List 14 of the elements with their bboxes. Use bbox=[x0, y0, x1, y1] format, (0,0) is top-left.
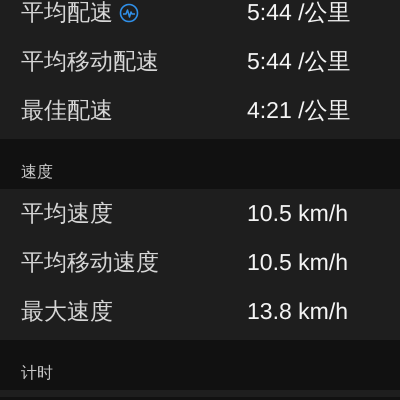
stat-label: 平均配速 bbox=[21, 0, 113, 28]
stat-value: 13.8 km/h bbox=[247, 298, 348, 325]
section-header: 速度 bbox=[21, 162, 53, 183]
stat-label: 平均移动配速 bbox=[21, 48, 159, 77]
stat-value: 10.5 km/h bbox=[247, 249, 348, 276]
stat-value: 5:44 /公里 bbox=[247, 47, 351, 76]
stat-label: 最大速度 bbox=[21, 298, 113, 327]
section-header: 计时 bbox=[21, 363, 53, 384]
stat-label: 平均速度 bbox=[21, 200, 113, 229]
stat-value: 4:21 /公里 bbox=[247, 96, 351, 125]
stat-value: 5:44 /公里 bbox=[247, 0, 351, 27]
stat-value: 10.5 km/h bbox=[247, 200, 348, 227]
stat-label: 最佳配速 bbox=[21, 97, 113, 126]
stat-label: 平均移动速度 bbox=[21, 249, 159, 278]
